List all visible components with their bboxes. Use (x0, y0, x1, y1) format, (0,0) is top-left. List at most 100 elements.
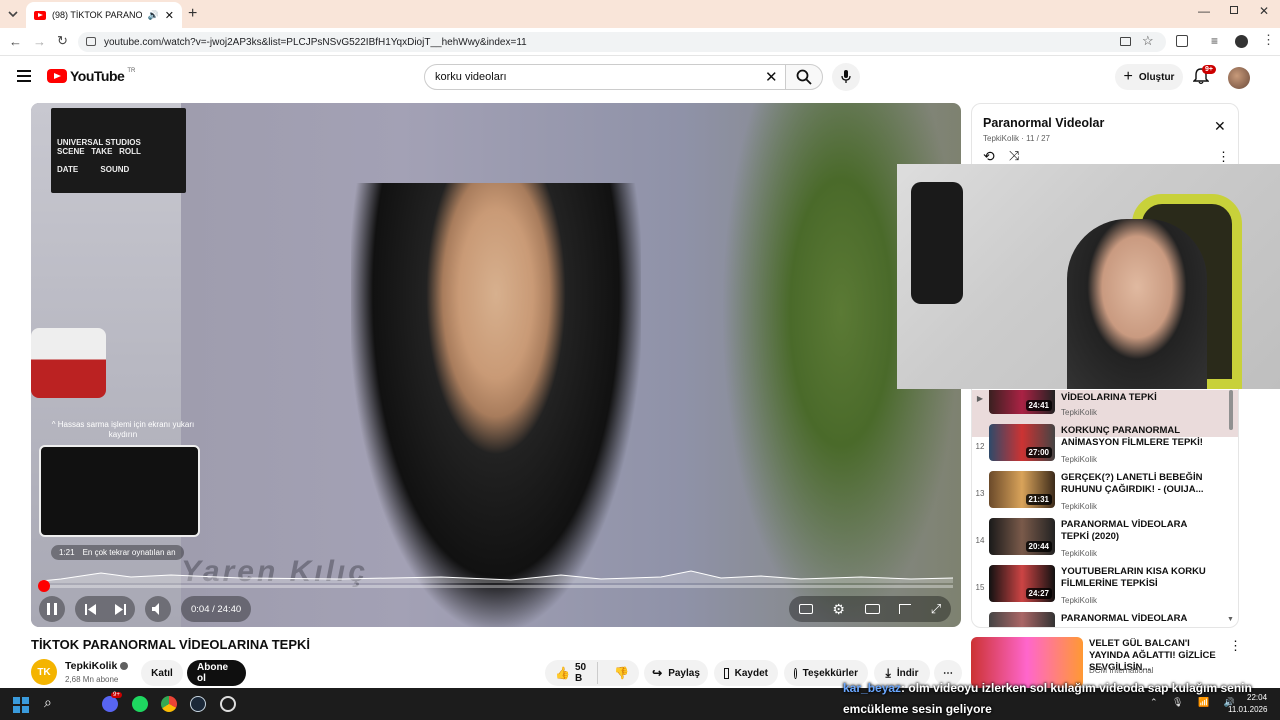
account-avatar[interactable] (1228, 67, 1250, 89)
shuffle-icon[interactable]: ⤨ (1009, 148, 1019, 164)
search-icon (796, 69, 812, 85)
playlist-item[interactable]: 13 21:31 GERÇEK(?) LANETLİ BEBEĞİN RUHUN… (972, 471, 1238, 518)
playlist-item-index: 15 (975, 583, 985, 592)
playlist-item-channel: TepkiKolik (1061, 596, 1098, 605)
toy-bus-image (31, 328, 106, 398)
chat-username: kar_beyaz (843, 681, 902, 695)
url-bar[interactable]: youtube.com/watch?v=-jwoj2AP3ks&list=PLC… (78, 32, 1166, 52)
voice-search-button[interactable] (832, 63, 860, 91)
back-icon[interactable]: ← (9, 34, 22, 49)
cast-icon[interactable] (899, 604, 912, 614)
site-info-icon[interactable] (86, 37, 96, 46)
tab-search-icon[interactable] (6, 8, 20, 20)
bookmark-star-icon[interactable]: ☆ (1142, 33, 1154, 49)
duration-badge: 21:31 (1025, 494, 1052, 505)
window-minimize-icon[interactable]: — (1198, 4, 1210, 18)
window-restore-icon[interactable] (1230, 6, 1238, 14)
theater-mode-icon[interactable] (864, 604, 880, 614)
like-button[interactable]: 👍 50 B (545, 662, 599, 684)
taskbar-search-icon[interactable]: ⌕ (44, 694, 52, 711)
search-button[interactable] (785, 64, 823, 90)
duration-badge: 24:27 (1025, 588, 1052, 599)
close-playlist-icon[interactable]: ✕ (1214, 118, 1226, 135)
extensions-icon[interactable] (1176, 35, 1188, 47)
playlist-item-title: GERÇEK(?) LANETLİ BEBEĞİN RUHUNU ÇAĞIRDI… (1061, 472, 1204, 495)
new-tab-icon[interactable]: + (188, 5, 197, 23)
scrub-preview-thumbnail (39, 445, 200, 537)
previous-button[interactable] (75, 596, 135, 622)
youtube-logo[interactable]: YouTube TR (47, 68, 135, 84)
subscribe-button[interactable]: Abone ol (187, 660, 246, 686)
youtube-favicon-icon (34, 10, 46, 20)
channel-avatar[interactable]: TK (31, 659, 57, 685)
steam-icon[interactable] (190, 696, 206, 712)
most-replayed-heatmap (41, 570, 953, 583)
video-player[interactable]: UNIVERSAL STUDIOS SCENE TAKE ROLL DATE SOU… (31, 103, 961, 627)
clapperboard-image: UNIVERSAL STUDIOS SCENE TAKE ROLL DATE SOU… (51, 108, 186, 193)
previous-icon (84, 603, 96, 615)
mute-button[interactable] (145, 596, 171, 622)
like-count: 50 B (574, 662, 587, 684)
recommended-video-channel: DCM International (1089, 666, 1154, 675)
app-icon[interactable] (220, 696, 236, 712)
next-icon[interactable] (114, 603, 126, 615)
channel-name[interactable]: TepkiKolik (65, 660, 129, 672)
join-button[interactable]: Katıl (141, 660, 183, 686)
playlist-item-index: 14 (975, 536, 985, 545)
discord-icon[interactable]: 9+ (102, 692, 122, 712)
notifications-bell-icon[interactable]: 9+ (1193, 65, 1216, 86)
playlist-item-channel: TepkiKolik (1061, 549, 1098, 558)
fullscreen-icon[interactable]: ⤢ (931, 601, 941, 617)
like-dislike-group: 👍 50 B 👎 (545, 660, 639, 686)
settings-gear-icon[interactable]: ⚙ (832, 601, 845, 618)
duration-badge: 24:41 (1025, 400, 1052, 411)
share-button[interactable]: ↪ Paylaş (644, 660, 708, 686)
playlist-menu-icon[interactable]: ⋮ (1217, 149, 1230, 165)
playlist-item-thumbnail: 21:31 (989, 471, 1055, 508)
loop-icon[interactable]: ⟲ (983, 148, 995, 165)
video-title: TİKTOK PARANORMAL VİDEOLARINA TEPKİ (31, 637, 311, 652)
save-button[interactable]: Kaydet (714, 660, 778, 686)
reload-icon[interactable]: ↻ (57, 33, 68, 49)
playlist-item[interactable]: 14 20:44 PARANORMAL VİDEOLARA TEPKİ (202… (972, 518, 1238, 565)
playlist-scrollbar[interactable] (1229, 390, 1233, 430)
subtitles-icon[interactable] (798, 604, 813, 614)
playlist-item-thumbnail: 20:44 (989, 518, 1055, 555)
window-close-icon[interactable]: ✕ (1259, 4, 1269, 18)
reading-list-icon[interactable]: ≡ (1211, 34, 1218, 48)
search-input[interactable]: korku videoları ✕ (424, 64, 786, 90)
pause-icon (47, 603, 57, 615)
playlist-item-thumbnail: 24:27 (989, 565, 1055, 602)
forward-icon[interactable]: → (33, 34, 46, 49)
play-pause-button[interactable] (39, 596, 65, 622)
profile-avatar[interactable] (1235, 35, 1248, 48)
spotify-icon[interactable] (132, 696, 148, 712)
url-text: youtube.com/watch?v=-jwoj2AP3ks&list=PLC… (104, 36, 527, 48)
create-label: Oluştur (1138, 71, 1175, 83)
install-app-icon[interactable] (1120, 37, 1131, 46)
progress-scrubber-handle[interactable] (37, 580, 50, 592)
playlist-item[interactable]: 12 27:00 KORKUNÇ PARANORMAL ANİMASYON Fİ… (972, 424, 1238, 471)
scroll-down-icon[interactable]: ▼ (1227, 616, 1234, 623)
dislike-button[interactable]: 👎 (604, 666, 639, 680)
playlist-item-index: ▶ (976, 394, 984, 403)
browser-tab[interactable]: (98) TİKTOK PARANORMAL 🔊 ✕ (26, 2, 182, 28)
tab-close-icon[interactable]: ✕ (165, 9, 174, 22)
playlist-item-title: YOUTUBERLARIN KISA KORKU FİLMLERİNE TEPK… (1061, 566, 1206, 589)
notification-badge: 9+ (1202, 65, 1216, 74)
tab-audio-icon[interactable]: 🔊 (148, 10, 159, 21)
thanks-label: Teşekkürler (802, 667, 858, 679)
windows-start-icon[interactable] (13, 697, 29, 713)
thumbs-up-icon: 👍 (555, 666, 570, 680)
playlist-title[interactable]: Paranormal Videolar (983, 116, 1104, 130)
hamburger-menu-icon[interactable] (17, 70, 31, 82)
microphone-image (911, 182, 963, 304)
playlist-item[interactable]: PARANORMAL VİDEOLARA (972, 612, 1238, 627)
clear-search-icon[interactable]: ✕ (765, 68, 778, 86)
recommended-menu-icon[interactable]: ⋮ (1229, 638, 1242, 654)
progress-bar-track[interactable] (41, 585, 953, 588)
create-button[interactable]: + Oluştur (1115, 64, 1183, 90)
chrome-icon[interactable] (161, 696, 177, 712)
browser-menu-icon[interactable]: ⋮ (1262, 32, 1275, 48)
playlist-item[interactable]: 15 24:27 YOUTUBERLARIN KISA KORKU FİLMLE… (972, 565, 1238, 612)
